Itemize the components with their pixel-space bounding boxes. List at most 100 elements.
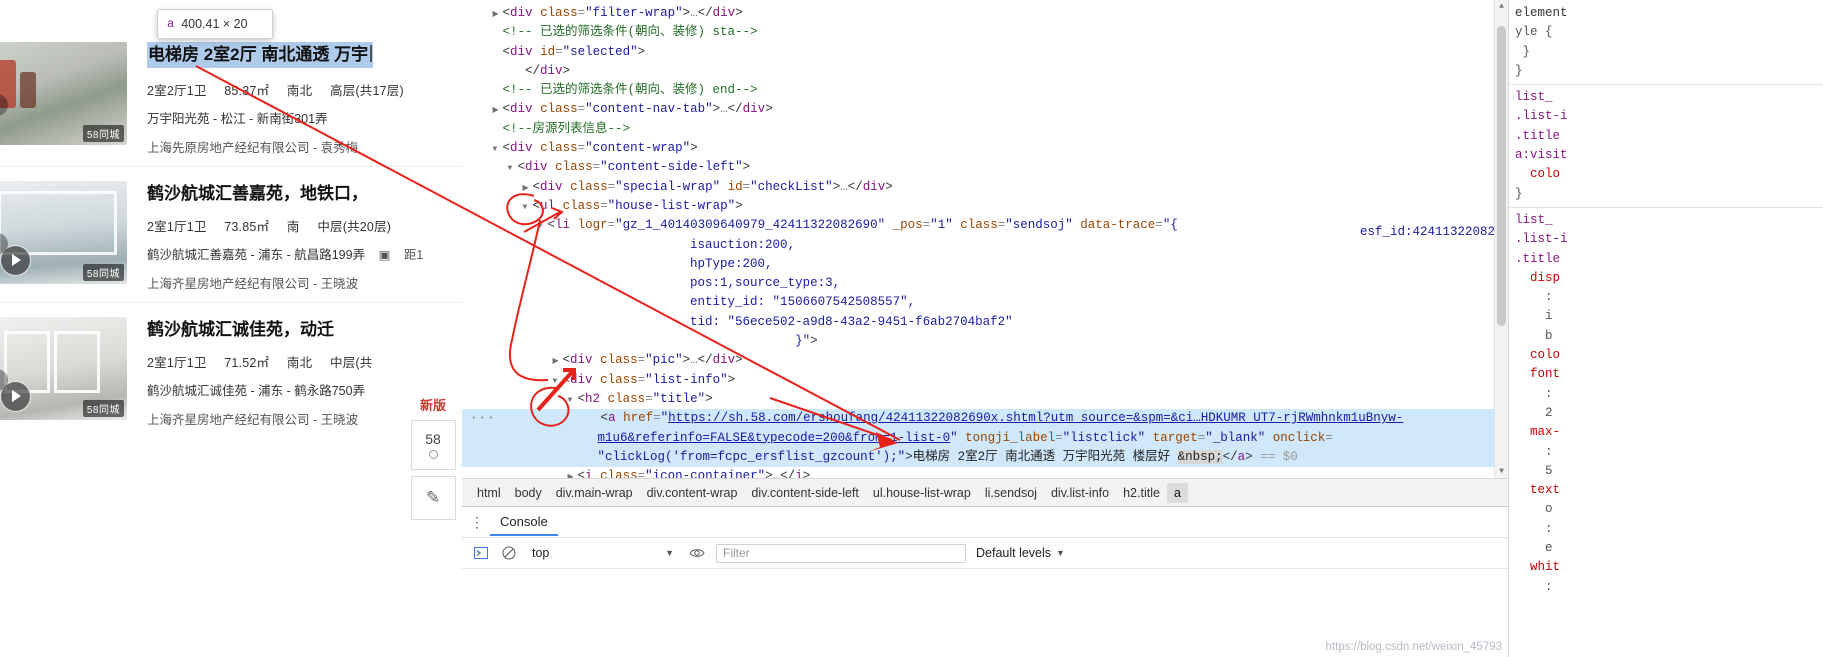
listing-thumbnail[interactable]: 58同城: [0, 42, 127, 145]
dom-line[interactable]: <!-- 已选的筛选条件(朝向、装修) end-->: [462, 81, 1508, 100]
breadcrumb-item[interactable]: li.sendsoj: [978, 483, 1044, 503]
breadcrumb-item[interactable]: html: [470, 483, 508, 503]
listing-title[interactable]: 电梯房 2室2厅 南北通透 万宇: [147, 42, 374, 68]
style-line[interactable]: }: [1509, 185, 1823, 204]
dom-tree-selected-node[interactable]: ··· <a href="https://sh.58.com/ershoufan…: [462, 409, 1508, 468]
scroll-up-icon[interactable]: ▲: [1495, 0, 1508, 13]
style-line[interactable]: :: [1509, 288, 1823, 307]
scroll-down-icon[interactable]: ▼: [1495, 465, 1508, 478]
disclosure-triangle-icon[interactable]: [523, 197, 533, 217]
dom-line[interactable]: </div>: [462, 62, 1508, 81]
dom-line[interactable]: <div class="content-side-left">: [462, 158, 1508, 177]
style-line[interactable]: a:visit: [1509, 146, 1823, 165]
breadcrumb-item[interactable]: body: [508, 483, 549, 503]
style-line[interactable]: e: [1509, 539, 1823, 558]
dom-tree-scrollbar[interactable]: ▲ ▼: [1494, 0, 1508, 478]
disclosure-triangle-icon[interactable]: [508, 158, 518, 178]
rendered-page-pane[interactable]: a 400.41 × 20 58同城 电梯房 2室2厅 南北通透 万宇 2室2厅…: [0, 0, 463, 657]
disclosure-triangle-icon[interactable]: [568, 390, 578, 410]
style-line[interactable]: .list-i: [1509, 230, 1823, 249]
dom-line[interactable]: m1u6&referinfo=FALSE&typecode=200&from=1…: [462, 428, 1508, 448]
style-line[interactable]: yle {: [1509, 23, 1823, 42]
dom-tree-lines[interactable]: <div class="filter-wrap">…</div> <!-- 已选…: [462, 4, 1508, 409]
style-line[interactable]: list_: [1509, 88, 1823, 107]
breadcrumb-item[interactable]: div.list-info: [1044, 483, 1116, 503]
style-line[interactable]: }: [1509, 62, 1823, 81]
dom-line[interactable]: pos:1,source_type:3,: [462, 274, 1508, 293]
style-line[interactable]: b: [1509, 327, 1823, 346]
style-line[interactable]: :: [1509, 578, 1823, 597]
style-line[interactable]: i: [1509, 307, 1823, 326]
style-line[interactable]: .list-i: [1509, 107, 1823, 126]
list-item[interactable]: 58同城 鹤沙航城汇善嘉苑，地铁口， 2室1厅1卫 73.85㎡ 南 中层(共2…: [0, 167, 462, 303]
style-line[interactable]: 2: [1509, 404, 1823, 423]
dom-line[interactable]: ··· <a href="https://sh.58.com/ershoufan…: [462, 409, 1508, 429]
listing-title[interactable]: 鹤沙航城汇诚佳苑，动迁: [147, 317, 456, 343]
style-line[interactable]: .title: [1509, 250, 1823, 269]
dom-line[interactable]: }">: [462, 332, 1508, 351]
dom-line[interactable]: <i class="icon-container">…</i>: [462, 467, 1508, 478]
disclosure-triangle-icon[interactable]: [538, 216, 548, 236]
breadcrumb[interactable]: html body div.main-wrap div.content-wrap div…: [462, 478, 1508, 507]
style-line[interactable]: .title: [1509, 127, 1823, 146]
listing-address[interactable]: 鹤沙航城汇诚佳苑 - 浦东 - 鹤永路750弄: [147, 380, 456, 399]
console-filter-input[interactable]: Filter: [716, 543, 966, 563]
breadcrumb-item[interactable]: div.main-wrap: [549, 483, 640, 503]
devtools-panel[interactable]: <div class="filter-wrap">…</div> <!-- 已选…: [462, 0, 1508, 657]
style-line[interactable]: 5: [1509, 462, 1823, 481]
disclosure-triangle-icon[interactable]: [493, 139, 503, 159]
dom-line[interactable]: <div class="special-wrap" id="checkList"…: [462, 178, 1508, 197]
style-line[interactable]: :: [1509, 520, 1823, 539]
breadcrumb-item[interactable]: ul.house-list-wrap: [866, 483, 978, 503]
tab-console[interactable]: Console: [490, 508, 558, 536]
dom-line[interactable]: hpType:200,: [462, 255, 1508, 274]
listing-thumbnail[interactable]: 58同城: [0, 181, 127, 284]
feedback-button[interactable]: ✎: [410, 476, 456, 520]
page-floating-toolbar[interactable]: 新版 58 ✎: [410, 398, 456, 520]
dom-line[interactable]: tid: "56ece502-a9d8-43a2-9451-f6ab2704ba…: [462, 313, 1508, 332]
disclosure-triangle-icon[interactable]: [568, 467, 578, 478]
styles-sidebar[interactable]: element yle { }} list_ .list-i .title a:visi…: [1508, 0, 1823, 657]
style-line[interactable]: disp: [1509, 269, 1823, 288]
listing-title[interactable]: 鹤沙航城汇善嘉苑，地铁口，: [147, 181, 456, 207]
execution-context-select[interactable]: top ▼: [528, 543, 678, 563]
dom-line[interactable]: entity_id: "1506607542508557",: [462, 293, 1508, 312]
breadcrumb-item[interactable]: a: [1166, 483, 1188, 503]
style-line[interactable]: :: [1509, 443, 1823, 462]
style-line[interactable]: text: [1509, 481, 1823, 500]
dom-tree[interactable]: <div class="filter-wrap">…</div> <!-- 已选…: [462, 0, 1508, 478]
dom-line[interactable]: <div class="list-info">: [462, 371, 1508, 390]
new-version-label[interactable]: 新版: [420, 398, 446, 414]
style-line[interactable]: whit: [1509, 558, 1823, 577]
dom-line[interactable]: <h2 class="title">: [462, 390, 1508, 409]
clear-console-icon[interactable]: [500, 544, 518, 562]
listing-thumbnail[interactable]: 58同城: [0, 317, 127, 420]
live-expression-icon[interactable]: [688, 544, 706, 562]
style-line[interactable]: colo: [1509, 346, 1823, 365]
disclosure-triangle-icon[interactable]: [493, 4, 503, 24]
execute-icon[interactable]: [472, 544, 490, 562]
dom-line[interactable]: <div class="content-nav-tab">…</div>: [462, 100, 1508, 119]
dom-line[interactable]: <div class="filter-wrap">…</div>: [462, 4, 1508, 23]
disclosure-triangle-icon[interactable]: [553, 371, 563, 391]
dom-line[interactable]: <li logr="gz_1_40140309640979_4241132208…: [462, 216, 1508, 235]
breadcrumb-item[interactable]: div.content-wrap: [640, 483, 745, 503]
scrollbar-thumb[interactable]: [1497, 26, 1506, 326]
disclosure-triangle-icon[interactable]: [523, 178, 533, 198]
dom-line[interactable]: <!-- 已选的筛选条件(朝向、装修) sta-->: [462, 23, 1508, 42]
list-item[interactable]: 58同城 鹤沙航城汇诚佳苑，动迁 2室1厅1卫 71.52㎡ 南北 中层(共 鹤…: [0, 303, 462, 438]
dom-line[interactable]: <div id="selected">: [462, 43, 1508, 62]
dom-line[interactable]: "clickLog('from=fcpc_ersflist_gzcount');…: [462, 447, 1508, 468]
disclosure-triangle-icon[interactable]: [493, 100, 503, 120]
dom-line[interactable]: <div class="pic">…</div>: [462, 351, 1508, 370]
style-line[interactable]: max-: [1509, 423, 1823, 442]
dom-line[interactable]: isauction:200,: [462, 236, 1508, 255]
console-drawer[interactable]: ⋮ Console top ▼ Filter Default levels ▼ …: [462, 506, 1508, 657]
style-line[interactable]: o: [1509, 500, 1823, 519]
app-download-button[interactable]: 58: [410, 420, 456, 470]
drawer-tab-bar[interactable]: ⋮ Console: [462, 507, 1508, 538]
dom-line[interactable]: <ul class="house-list-wrap">: [462, 197, 1508, 216]
style-line[interactable]: list_: [1509, 211, 1823, 230]
dom-line[interactable]: <div class="content-wrap">: [462, 139, 1508, 158]
style-line[interactable]: font: [1509, 365, 1823, 384]
